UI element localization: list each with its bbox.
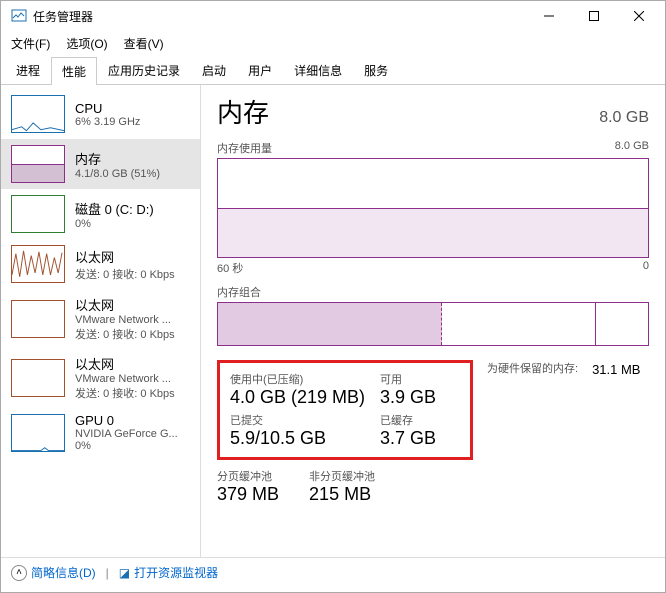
- menubar: 文件(F) 选项(O) 查看(V): [1, 31, 665, 56]
- sidebar-item-label: 以太网: [75, 354, 190, 373]
- close-button[interactable]: [616, 1, 661, 31]
- sidebar-item-label: GPU 0: [75, 413, 190, 428]
- tab-processes[interactable]: 进程: [5, 56, 51, 84]
- main-panel: 内存 8.0 GB 内存使用量 8.0 GB 60 秒 0 内存组合 使用中(已…: [201, 85, 665, 557]
- tab-details[interactable]: 详细信息: [283, 56, 353, 84]
- available-label: 可用: [380, 371, 460, 387]
- memory-thumb-icon: [11, 145, 65, 183]
- sidebar-item-gpu[interactable]: GPU 0NVIDIA GeForce G...0%: [1, 407, 200, 458]
- menu-options[interactable]: 选项(O): [62, 33, 111, 54]
- sidebar-item-label: 以太网: [75, 295, 190, 314]
- chart-x-right: 0: [643, 260, 649, 276]
- chevron-up-icon[interactable]: ˄: [11, 565, 27, 581]
- cached-value: 3.7 GB: [380, 428, 460, 449]
- tab-performance[interactable]: 性能: [51, 57, 97, 85]
- tab-users[interactable]: 用户: [237, 56, 283, 84]
- sidebar-item-ethernet-1[interactable]: 以太网VMware Network ...发送: 0 接收: 0 Kbps: [1, 289, 200, 348]
- hw-reserved-label: 为硬件保留的内存:: [487, 360, 578, 376]
- memory-composition-chart: [217, 302, 649, 346]
- menu-file[interactable]: 文件(F): [7, 33, 54, 54]
- page-title: 内存: [217, 93, 269, 130]
- tab-startup[interactable]: 启动: [191, 56, 237, 84]
- in-use-label: 使用中(已压缩): [230, 371, 380, 387]
- window-title: 任务管理器: [33, 8, 526, 25]
- composition-label: 内存组合: [217, 284, 649, 300]
- gpu-thumb-icon: [11, 414, 65, 452]
- hw-reserved-value: 31.1 MB: [592, 362, 640, 377]
- committed-label: 已提交: [230, 412, 380, 428]
- sidebar-item-label: CPU: [75, 101, 190, 116]
- sidebar[interactable]: CPU6% 3.19 GHz 内存4.1/8.0 GB (51%) 磁盘 0 (…: [1, 85, 201, 557]
- cached-label: 已缓存: [380, 412, 460, 428]
- menu-view[interactable]: 查看(V): [120, 33, 168, 54]
- tab-app-history[interactable]: 应用历史记录: [97, 56, 191, 84]
- footer: ˄ 简略信息(D) | ◪ 打开资源监视器: [1, 557, 665, 587]
- fewer-details-link[interactable]: 简略信息(D): [31, 564, 96, 581]
- tab-bar: 进程 性能 应用历史记录 启动 用户 详细信息 服务: [1, 56, 665, 85]
- paged-label: 分页缓冲池: [217, 468, 279, 484]
- cpu-thumb-icon: [11, 95, 65, 133]
- sidebar-item-label: 以太网: [75, 247, 190, 266]
- chart-max: 8.0 GB: [615, 140, 649, 156]
- stats-highlight-box: 使用中(已压缩)4.0 GB (219 MB) 可用3.9 GB 已提交5.9/…: [217, 360, 473, 460]
- sidebar-item-disk[interactable]: 磁盘 0 (C: D:)0%: [1, 189, 200, 239]
- sidebar-item-ethernet-2[interactable]: 以太网VMware Network ...发送: 0 接收: 0 Kbps: [1, 348, 200, 407]
- memory-usage-chart: [217, 158, 649, 258]
- sidebar-item-label: 内存: [75, 149, 190, 168]
- ethernet-thumb-icon: [11, 300, 65, 338]
- sidebar-item-cpu[interactable]: CPU6% 3.19 GHz: [1, 89, 200, 139]
- in-use-value: 4.0 GB (219 MB): [230, 387, 380, 408]
- paged-value: 379 MB: [217, 484, 279, 505]
- ethernet-thumb-icon: [11, 359, 65, 397]
- memory-total: 8.0 GB: [599, 109, 649, 127]
- nonpaged-label: 非分页缓冲池: [309, 468, 375, 484]
- ethernet-thumb-icon: [11, 245, 65, 283]
- sidebar-item-label: 磁盘 0 (C: D:): [75, 199, 190, 218]
- titlebar: 任务管理器: [1, 1, 665, 31]
- open-resource-monitor-link[interactable]: 打开资源监视器: [134, 564, 218, 581]
- tab-services[interactable]: 服务: [353, 56, 399, 84]
- chart-title: 内存使用量: [217, 140, 272, 156]
- minimize-button[interactable]: [526, 1, 571, 31]
- sidebar-item-memory[interactable]: 内存4.1/8.0 GB (51%): [1, 139, 200, 189]
- sidebar-item-ethernet-0[interactable]: 以太网发送: 0 接收: 0 Kbps: [1, 239, 200, 289]
- app-icon: [11, 8, 27, 24]
- committed-value: 5.9/10.5 GB: [230, 428, 380, 449]
- maximize-button[interactable]: [571, 1, 616, 31]
- chart-x-left: 60 秒: [217, 260, 243, 276]
- disk-thumb-icon: [11, 195, 65, 233]
- monitor-icon: ◪: [119, 566, 130, 580]
- available-value: 3.9 GB: [380, 387, 460, 408]
- nonpaged-value: 215 MB: [309, 484, 375, 505]
